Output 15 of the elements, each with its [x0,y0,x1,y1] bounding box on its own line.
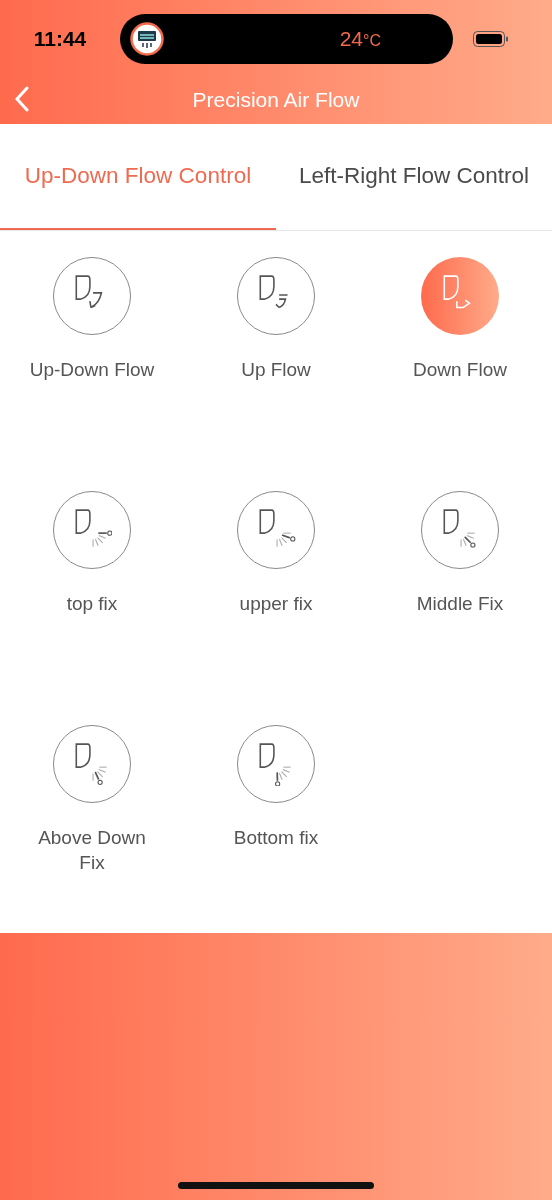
status-time: 11:44 [32,27,88,51]
battery-icon [473,31,509,47]
screen-title: Precision Air Flow [192,88,360,112]
mode-label: Up Flow [240,358,312,382]
mode-label: Bottom fix [232,826,320,850]
air-conditioner-icon [130,22,164,56]
mode-label: Above Down Fix [37,826,147,875]
mode-label: upper fix [238,592,314,616]
mode-label: top fix [65,592,119,616]
tab[interactable]: Left-Right Flow Control [276,124,552,230]
temperature-reading: 24°C [339,27,381,51]
mode-label: Up-Down Flow [28,358,156,382]
mode-label: Middle Fix [415,592,505,616]
back-icon [14,86,30,112]
mode-label: Down Flow [412,358,508,382]
